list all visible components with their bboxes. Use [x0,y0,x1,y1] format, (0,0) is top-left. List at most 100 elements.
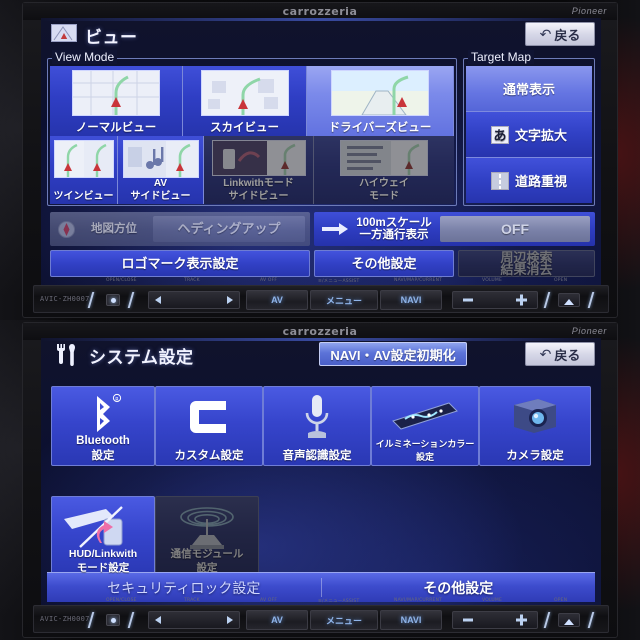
fp-tiny-av-off: AV OFF [260,598,278,603]
target-map-item-label: 道路重視 [514,174,567,189]
navi-av-reset-button[interactable]: NAVI・AV設定初期化 [319,342,467,366]
view-tile-av-side-view[interactable]: AV サイドビュー [118,136,204,204]
view-tile-twin-view[interactable]: ツインビュー [50,136,118,204]
fp-slash-3 [543,612,551,628]
system-tile-label-line1: 音声認識設定 [282,449,352,462]
system-tile-label-line2: モード設定 [76,562,130,574]
fp-slash-4 [587,292,595,308]
track-button-top[interactable] [148,291,240,309]
target-map-group-label: Target Map [468,50,535,64]
fp-tiny-track: TRACK [184,278,200,283]
svg-text:R: R [115,397,119,403]
view-tile-sky-view[interactable]: スカイビュー [183,66,307,136]
target-map-item-road-emphasis[interactable]: 道路重視 [466,158,592,203]
system-tile-hud-linkwith-mode-setting[interactable]: HUD/Linkwith モード設定 [51,496,155,578]
navi-av-reset-label: NAVI・AV設定初期化 [330,347,456,363]
system-tile-label-line1: HUD/Linkwith [68,548,138,560]
back-button-view[interactable]: ↶ 戻る [525,22,595,46]
navi-key-label: NAVI [400,615,422,625]
volume-down-icon [463,298,473,302]
track-prev-icon [155,616,161,624]
fp-tiny-open: OPEN [554,278,568,283]
fp-tiny-menu-assist: ≡/メニューASSIST [318,279,360,284]
head-unit-bottom: carrozzeria Pioneer システム設定 NAVI・AV設定初期化 [22,322,618,638]
pioneer-logo: Pioneer [571,6,607,16]
one-way-display-row[interactable]: 100mスケール 一方通行表示 OFF [314,212,595,246]
one-way-display-label: 100mスケール 一方通行表示 [348,212,440,246]
navi-key-label: NAVI [400,295,422,305]
volume-rocker-bottom[interactable] [452,611,538,629]
view-tile-label-line2: モード [369,190,399,202]
target-map-item-text-enlarge[interactable]: あ 文字拡大 [466,112,592,158]
logo-mark-display-setting-button[interactable]: ロゴマーク表示設定 [50,250,310,277]
open-close-button-bottom[interactable] [106,614,120,626]
system-tile-illumination-color-setting[interactable]: イルミネーションカラー 設定 [371,386,479,466]
menu-key-top[interactable]: メニュー [310,290,378,310]
fp-tiny-open-close: OPEN/CLOSE [106,598,137,603]
view-tile-linkwith-side-view[interactable]: Linkwithモード サイドビュー [204,136,314,204]
hud-phone-icon [60,503,146,551]
fp-tiny-volume: VOLUME [482,278,503,283]
track-next-icon [227,616,233,624]
view-tile-normal-view[interactable]: ノーマルビュー [50,66,183,136]
view-mode-group-label: View Mode [52,50,118,64]
pioneer-logo: Pioneer [571,326,607,336]
system-header: システム設定 NAVI・AV設定初期化 ↶ 戻る [41,338,601,370]
map-orientation-value: ヘディングアップ [153,216,305,242]
volume-rocker-top[interactable] [452,291,538,309]
arrow-right-icon [322,222,348,236]
compass-icon [58,220,75,238]
system-tile-bluetooth-setting[interactable]: R Bluetooth 設定 [51,386,155,466]
lcd-screen-view: ビュー ↶ 戻る View Mode ノーマルビュー スカイビュー ドライバーズ… [41,18,601,286]
map-view-icon [51,24,77,42]
clear-nearby-search-results-button[interactable]: 周辺検索 結果消去 [458,250,595,277]
open-close-button-top[interactable] [106,294,120,306]
bottom-photo-system-screen: carrozzeria Pioneer システム設定 NAVI・AV設定初期化 [0,320,640,640]
target-map-item-normal-display[interactable]: 通常表示 [466,66,592,112]
system-tile-camera-setting[interactable]: カメラ設定 [479,386,591,466]
navi-key-top[interactable]: NAVI [380,290,442,310]
target-map-item-label: 通常表示 [502,82,555,97]
one-way-label-line1: 100mスケール [356,217,432,229]
screenshot-root: carrozzeria Pioneer ビュー ↶ 戻る View Mode ノ… [0,0,640,640]
view-tile-highway-mode[interactable]: ハイウェイ モード [314,136,454,204]
system-tile-custom-setting[interactable]: カスタム設定 [155,386,263,466]
bluetooth-icon: R [83,392,123,436]
menu-key-bottom[interactable]: メニュー [310,610,378,630]
eject-button-bottom[interactable] [558,613,580,627]
map-orientation-row[interactable]: 地図方位 ヘディングアップ [50,212,310,246]
head-unit-top: carrozzeria Pioneer ビュー ↶ 戻る View Mode ノ… [22,2,618,318]
back-button-system[interactable]: ↶ 戻る [525,342,595,366]
wrench-screwdriver-icon [53,342,81,366]
view-tile-drivers-view[interactable]: ドライバーズビュー [307,66,454,136]
page-title: システム設定 [89,348,194,367]
twin-map-thumb [53,140,114,178]
view-tile-label-line2: サイドビュー [130,190,191,202]
av-key-label: AV [271,615,283,625]
other-settings-button-view[interactable]: その他設定 [314,250,454,277]
one-way-display-value: OFF [440,216,590,242]
eject-button-top[interactable] [558,293,580,307]
faceplate-tiny-labels: OPEN/CLOSE TRACK AV OFF ≡/メニューASSIST NAV… [34,278,608,286]
logo-mark-button-label: ロゴマーク表示設定 [121,255,239,271]
lcd-screen-system: システム設定 NAVI・AV設定初期化 ↶ 戻る R Bluetooth 設定 … [41,338,601,606]
fp-tiny-volume: VOLUME [482,598,503,603]
carrozzeria-logo: carrozzeria [282,5,358,18]
track-button-bottom[interactable] [148,611,240,629]
av-key-top[interactable]: AV [246,290,308,310]
track-next-icon [227,296,233,304]
system-tile-communication-module-setting[interactable]: 通信モジュール 設定 [155,496,259,578]
model-number-bottom: AVIC-ZH0007 [40,615,90,623]
faceplate-bottom: OPEN/CLOSE TRACK AV OFF ≡/メニューASSIST NAV… [33,598,609,633]
av-key-bottom[interactable]: AV [246,610,308,630]
fp-tiny-open: OPEN [554,598,568,603]
model-number-top: AVIC-ZH0007 [40,295,90,303]
map-orientation-label: 地図方位 [91,223,137,235]
other-settings-button-label: その他設定 [351,255,417,271]
fp-tiny-track: TRACK [184,598,200,603]
illumination-bar-icon [391,399,459,433]
fp-slash-4 [587,612,595,628]
view-tile-label-line1: ハイウェイ [359,178,409,189]
navi-key-bottom[interactable]: NAVI [380,610,442,630]
system-tile-voice-recognition-setting[interactable]: 音声認識設定 [263,386,371,466]
